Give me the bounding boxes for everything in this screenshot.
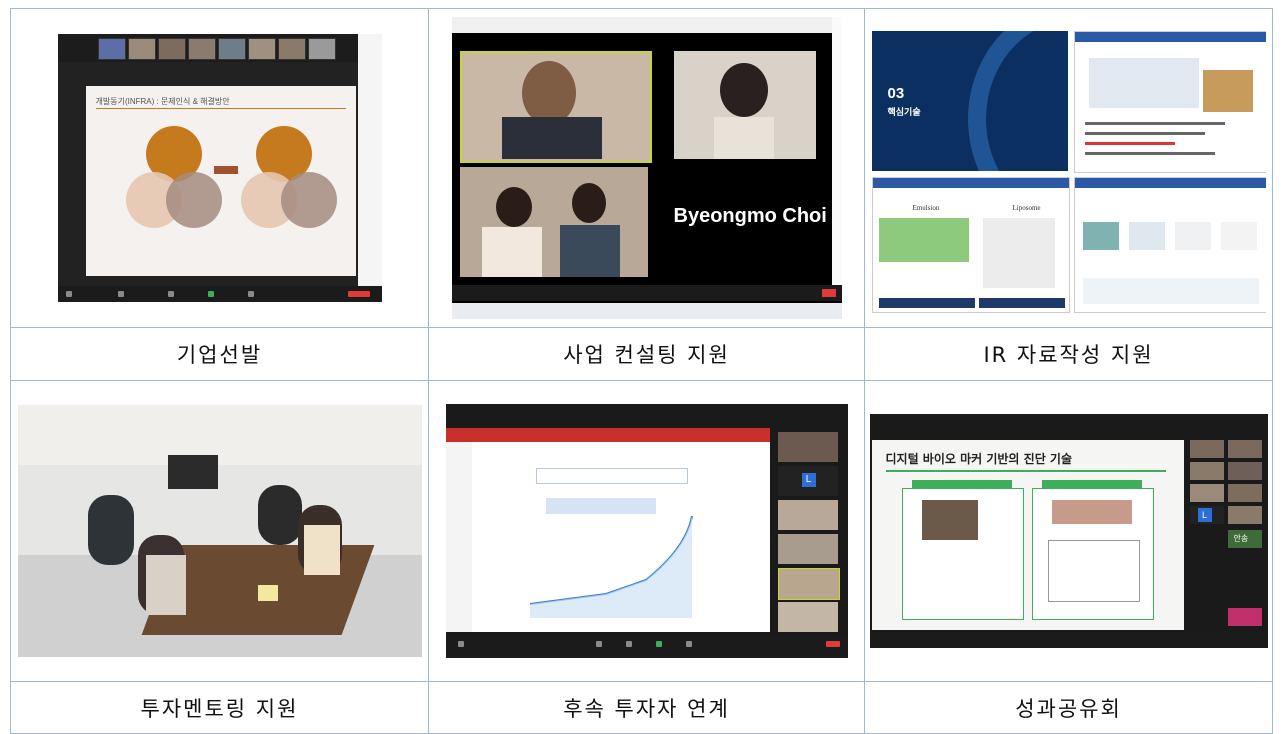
shared-slide: 디지털 바이오 마커 기반의 진단 기술 bbox=[871, 440, 1184, 630]
zoom-screenshot-investor: L bbox=[445, 404, 848, 658]
chapter-slide: 03 핵심기술 bbox=[871, 31, 1068, 171]
slide-thumb-emulsion: Emulsion Liposome bbox=[871, 177, 1070, 313]
photo-cell-investment-mentoring bbox=[11, 381, 429, 682]
photo-cell-ir-materials: 03 핵심기술 Emulsion Liposome bbox=[865, 9, 1273, 328]
photo-cell-performance-sharing: 디지털 바이오 마커 기반의 진단 기술 L 안송 bbox=[865, 381, 1273, 682]
chapter-number: 03 bbox=[887, 85, 905, 102]
zoom-toolbar bbox=[445, 636, 848, 658]
zoom-screenshot-consulting: Byeongmo Choi bbox=[451, 17, 842, 319]
photo-cell-company-selection: 개발동기(INFRA) : 문제인식 & 해결방안 bbox=[11, 9, 429, 328]
avatar-initial: L bbox=[1197, 508, 1212, 522]
zoom-toolbar bbox=[57, 286, 382, 302]
zoom-screenshot-company-selection: 개발동기(INFRA) : 문제인식 & 해결방안 bbox=[57, 34, 382, 302]
label-liposome: Liposome bbox=[1012, 204, 1041, 212]
windows-taskbar bbox=[451, 303, 842, 319]
chapter-title: 핵심기술 bbox=[887, 107, 921, 117]
ir-deck-collage: 03 핵심기술 Emulsion Liposome bbox=[871, 23, 1266, 313]
caption-business-consulting: 사업 컨설팅 지원 bbox=[429, 328, 865, 381]
participant-tile-l: L bbox=[777, 466, 838, 496]
label-emulsion: Emulsion bbox=[912, 204, 940, 212]
caption-follow-on-investor: 후속 투자자 연계 bbox=[429, 682, 865, 734]
photo-cell-consulting: Byeongmo Choi bbox=[429, 9, 865, 328]
presentation-slide: 개발동기(INFRA) : 문제인식 & 해결방안 bbox=[85, 86, 356, 276]
photo-meeting-room bbox=[17, 405, 422, 657]
caption-performance-sharing: 성과공유회 bbox=[865, 682, 1273, 734]
avatar-initial: L bbox=[801, 473, 816, 487]
slide-title: 개발동기(INFRA) : 문제인식 & 해결방안 bbox=[95, 97, 230, 106]
zoom-screenshot-performance: 디지털 바이오 마커 기반의 진단 기술 L 안송 bbox=[869, 414, 1268, 648]
caption-company-selection: 기업선발 bbox=[11, 328, 429, 381]
activity-photo-table: 개발동기(INFRA) : 문제인식 & 해결방안 Byeongmo Choi … bbox=[10, 8, 1273, 734]
shared-slide bbox=[445, 428, 770, 632]
photo-cell-investor-connection: L bbox=[429, 381, 865, 682]
growth-curve bbox=[529, 515, 693, 618]
caption-ir-materials: IR 자료작성 지원 bbox=[865, 328, 1273, 381]
slide-thumb-products bbox=[1073, 177, 1266, 313]
speaker-name: Byeongmo Choi bbox=[673, 205, 827, 227]
caption-investment-mentoring: 투자멘토링 지원 bbox=[11, 682, 429, 734]
participant-tile-name: 안송 bbox=[1233, 534, 1249, 543]
slide-thumb-tech-overview bbox=[1073, 31, 1266, 173]
slide-title: 디지털 바이오 마커 기반의 진단 기술 bbox=[885, 452, 1073, 466]
